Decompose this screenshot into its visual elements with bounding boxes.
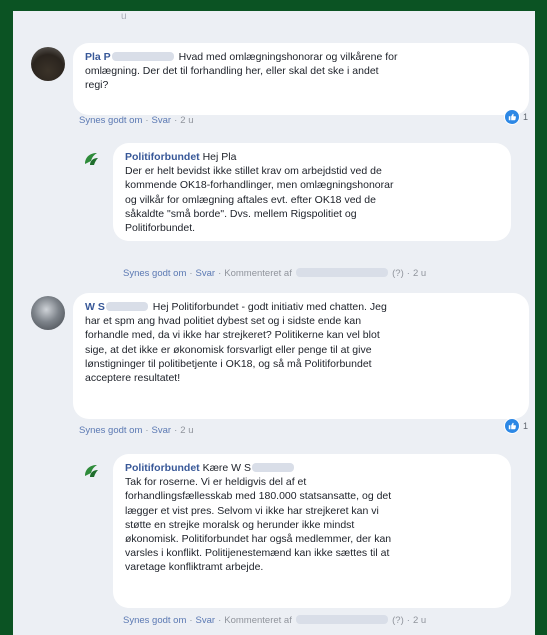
reply-bubble: Politiforbundet Kære W S Tak for roserne… [113, 454, 511, 608]
comment-actions: Synes godt om · Svar · 2 u [79, 115, 194, 126]
thumbs-up-icon [504, 418, 520, 434]
avatar[interactable] [31, 47, 65, 81]
reply-author[interactable]: Politiforbundet [125, 462, 200, 474]
redacted-name [111, 52, 174, 61]
reply-bubble: Politiforbundet Hej Pla Der er helt bevi… [113, 143, 511, 241]
comment-bubble: Pla P Hvad med omlægningshonorar og vilk… [73, 43, 529, 115]
avatar[interactable] [31, 296, 65, 330]
edited-marker: (?) [392, 268, 404, 279]
thread-top-marker: u [121, 11, 127, 22]
comment-actions: Synes godt om · Svar · 2 u [79, 425, 194, 436]
reply-link[interactable]: Svar [152, 425, 172, 436]
reaction-summary[interactable]: 1 [504, 109, 528, 125]
comment-timestamp[interactable]: 2 u [180, 115, 193, 126]
edited-marker: (?) [392, 615, 404, 626]
comment-text: Hej Politiforbundet - godt initiativ med… [85, 301, 387, 385]
redacted-name [295, 268, 388, 277]
reply-link[interactable]: Svar [152, 115, 172, 126]
like-link[interactable]: Synes godt om [123, 615, 186, 626]
thumbs-up-icon [504, 109, 520, 125]
reply-link[interactable]: Svar [196, 615, 216, 626]
like-link[interactable]: Synes godt om [79, 115, 142, 126]
redacted-name [295, 615, 388, 624]
comment-timestamp[interactable]: 2 u [180, 425, 193, 436]
politiforbundet-logo-icon[interactable] [81, 461, 101, 481]
commented-by-label: Kommenteret af [224, 268, 292, 279]
comment-bubble: W S Hej Politiforbundet - godt initiativ… [73, 293, 529, 419]
commented-by-label: Kommenteret af [224, 615, 292, 626]
reply-text: Tak for roserne. Vi er heldigvis del af … [125, 476, 392, 574]
politiforbundet-logo-icon[interactable] [81, 149, 101, 169]
reply-actions: Synes godt om · Svar · Kommenteret af (?) · 2 … [123, 268, 427, 279]
reply-link[interactable]: Svar [196, 268, 216, 279]
reply-greeting: Kære W S [202, 462, 252, 474]
reply-text: Der er helt bevidst ikke stillet krav om… [125, 165, 394, 235]
reaction-count: 1 [523, 421, 529, 431]
redacted-name [105, 302, 148, 311]
reaction-summary[interactable]: 1 [504, 418, 528, 434]
reaction-count: 1 [523, 112, 529, 122]
reply-author[interactable]: Politiforbundet [125, 151, 200, 163]
comment-author[interactable]: W S [85, 301, 105, 313]
comment-author[interactable]: Pla P [85, 51, 111, 63]
reply-actions: Synes godt om · Svar · Kommenteret af (?) · 2 … [123, 615, 427, 626]
like-link[interactable]: Synes godt om [123, 268, 186, 279]
reply-greeting: Hej Pla [202, 151, 237, 163]
comment-thread-panel: u Pla P Hvad med omlægningshonorar og vi… [13, 11, 535, 635]
redacted-name [252, 463, 295, 472]
reply-timestamp[interactable]: 2 u [413, 268, 426, 279]
like-link[interactable]: Synes godt om [79, 425, 142, 436]
reply-timestamp[interactable]: 2 u [413, 615, 426, 626]
